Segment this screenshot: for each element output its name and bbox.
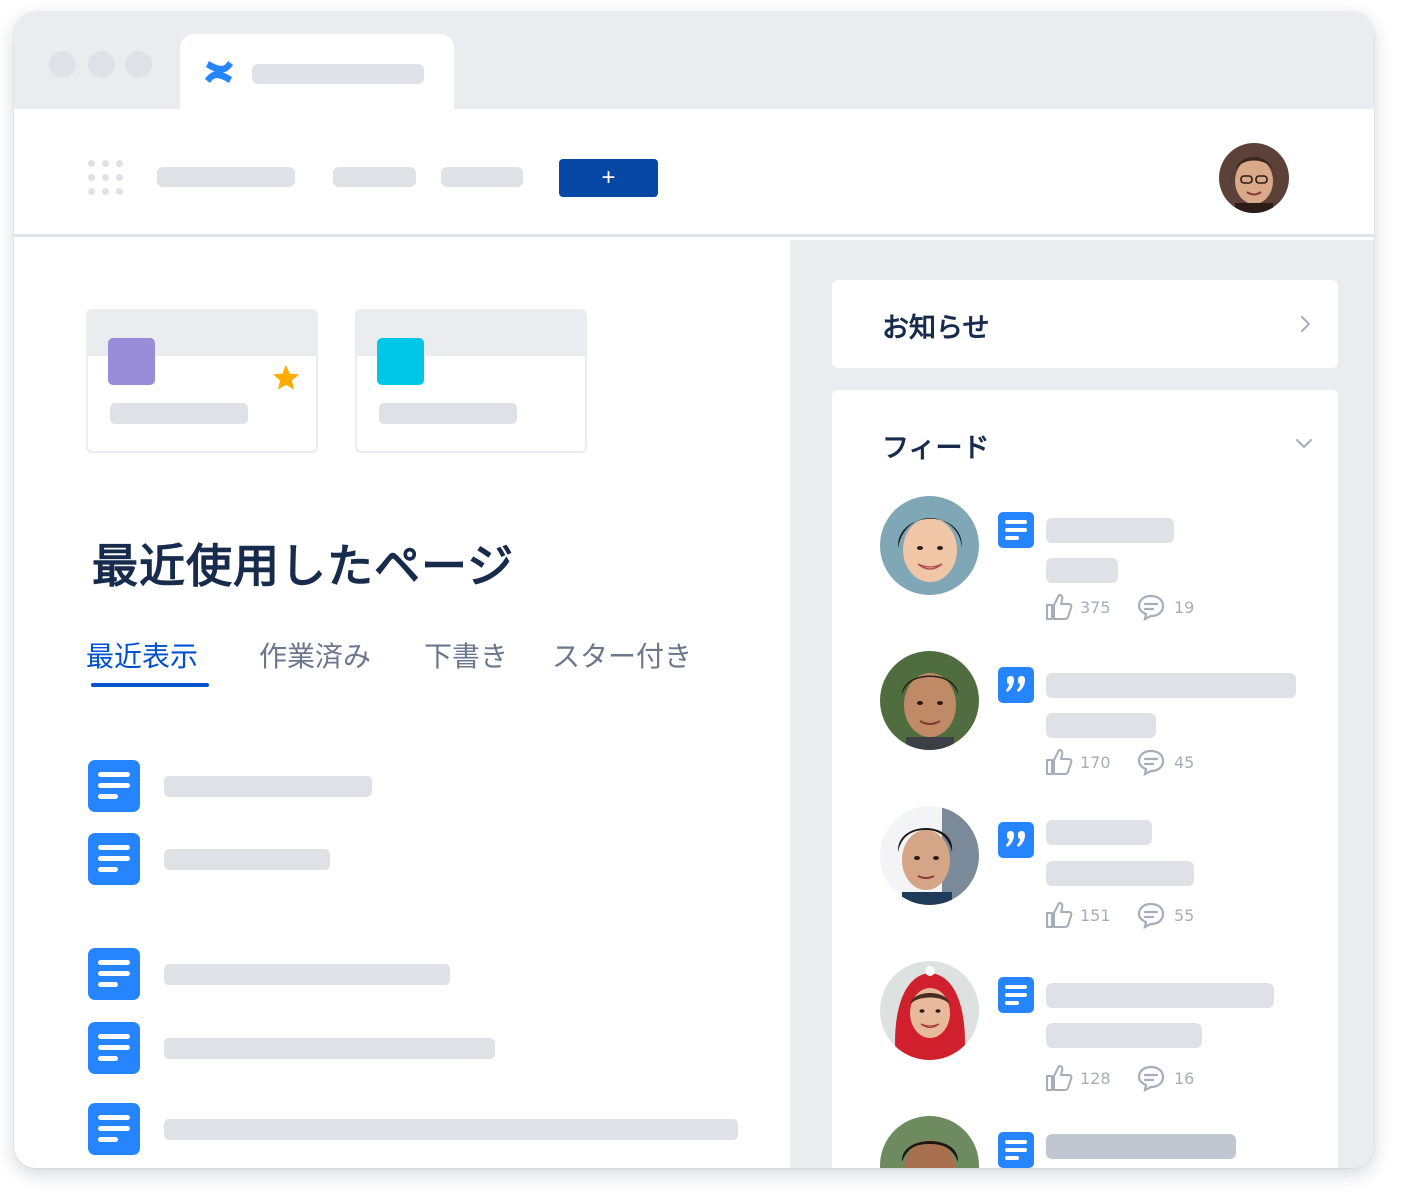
list-item[interactable] (88, 1022, 528, 1074)
list-item[interactable] (88, 760, 388, 812)
feed-title-placeholder (1046, 673, 1296, 698)
nav-item-placeholder[interactable] (333, 167, 416, 187)
space-avatar (108, 338, 155, 385)
comment-count[interactable]: 16 (1136, 1063, 1216, 1093)
like-count-value: 375 (1080, 598, 1111, 617)
thumbs-up-icon (1046, 749, 1073, 775)
space-name-placeholder (379, 403, 517, 424)
star-icon[interactable] (271, 363, 301, 393)
feed-title-placeholder (1046, 1134, 1236, 1159)
browser-title-bar (14, 12, 1374, 110)
quote-icon (998, 822, 1034, 858)
list-item[interactable] (88, 833, 388, 885)
right-sidebar: お知らせ フィード 375 19 170 45 151 55 128 16 (790, 240, 1374, 1168)
feed-item[interactable]: 375 19 (880, 496, 1320, 626)
page-title-placeholder (164, 849, 330, 870)
like-count[interactable]: 375 (1044, 592, 1124, 622)
author-avatar[interactable] (880, 961, 979, 1060)
browser-tab[interactable] (180, 34, 454, 110)
document-icon (998, 512, 1034, 548)
like-count-value: 128 (1080, 1069, 1111, 1088)
comment-count-value: 55 (1174, 906, 1195, 925)
main-content: 最近使用したページ 最近表示 作業済み 下書き スター付き (14, 240, 790, 1168)
list-item[interactable] (88, 1103, 768, 1155)
feed-item[interactable]: 128 16 (880, 961, 1320, 1093)
comment-icon (1137, 749, 1165, 776)
document-icon (88, 760, 140, 812)
comment-count[interactable]: 55 (1136, 900, 1216, 930)
author-avatar[interactable] (880, 651, 979, 750)
like-count[interactable]: 170 (1044, 747, 1124, 777)
space-card[interactable] (86, 309, 318, 453)
feed-subtitle-placeholder (1046, 1023, 1202, 1048)
space-card[interactable] (355, 309, 587, 453)
browser-window: + 最近使用したページ 最近表示 作業済み 下書き スター付き お知らせ フィー… (14, 12, 1374, 1168)
document-icon (88, 833, 140, 885)
space-name-placeholder (110, 403, 248, 424)
page-title-placeholder (164, 776, 372, 797)
comment-icon (1137, 1065, 1165, 1092)
feed-title: フィード (882, 433, 990, 464)
space-avatar (377, 338, 424, 385)
like-count[interactable]: 128 (1044, 1063, 1124, 1093)
feed-title-placeholder (1046, 518, 1174, 543)
nav-item-placeholder[interactable] (441, 167, 523, 187)
thumbs-up-icon (1046, 902, 1073, 928)
thumbs-up-icon (1046, 1065, 1073, 1091)
document-icon (88, 948, 140, 1000)
like-count-value: 170 (1080, 753, 1111, 772)
feed-item[interactable]: 170 45 (880, 651, 1320, 781)
announcements-panel[interactable]: お知らせ (832, 280, 1338, 368)
comment-count[interactable]: 19 (1136, 592, 1216, 622)
window-maximize-dot[interactable] (125, 51, 152, 78)
create-button[interactable]: + (559, 159, 658, 197)
top-navigation: + (14, 109, 1374, 237)
page-title: 最近使用したページ (92, 539, 515, 593)
feed-item[interactable]: 151 55 (880, 806, 1320, 936)
user-avatar[interactable] (1219, 143, 1289, 213)
feed-title-placeholder (1046, 983, 1274, 1008)
document-icon (88, 1022, 140, 1074)
page-title-placeholder (164, 1119, 738, 1140)
page-title-placeholder (164, 1038, 495, 1059)
comment-count[interactable]: 45 (1136, 747, 1216, 777)
comment-icon (1137, 594, 1165, 621)
comment-count-value: 16 (1174, 1069, 1195, 1088)
nav-item-placeholder[interactable] (157, 167, 295, 187)
app-grid-icon[interactable] (88, 160, 124, 196)
like-count-value: 151 (1080, 906, 1111, 925)
tab-title-placeholder (252, 64, 424, 84)
announcements-title: お知らせ (882, 313, 990, 344)
author-avatar[interactable] (880, 1116, 979, 1168)
comment-count-value: 19 (1174, 598, 1195, 617)
document-icon (88, 1103, 140, 1155)
chevron-right-icon[interactable] (1294, 313, 1316, 335)
document-icon (998, 977, 1034, 1013)
active-tab-indicator (91, 683, 209, 687)
window-close-dot[interactable] (49, 51, 76, 78)
confluence-logo-icon (205, 61, 233, 83)
comment-icon (1137, 902, 1165, 929)
feed-title-placeholder (1046, 820, 1152, 845)
tab-starred[interactable]: スター付き (552, 635, 692, 675)
author-avatar[interactable] (880, 496, 979, 595)
document-icon (998, 1132, 1034, 1168)
list-item[interactable] (88, 948, 488, 1000)
tab-drafts[interactable]: 下書き (424, 635, 508, 675)
thumbs-up-icon (1046, 594, 1073, 620)
feed-subtitle-placeholder (1046, 861, 1194, 886)
quote-icon (998, 667, 1034, 703)
chevron-down-icon[interactable] (1293, 432, 1315, 454)
tab-recently-viewed[interactable]: 最近表示 (86, 635, 198, 675)
author-avatar[interactable] (880, 806, 979, 905)
feed-subtitle-placeholder (1046, 558, 1118, 583)
feed-subtitle-placeholder (1046, 713, 1156, 738)
feed-panel: フィード 375 19 170 45 151 55 128 16 (832, 390, 1338, 1168)
feed-item[interactable] (880, 1116, 1320, 1168)
like-count[interactable]: 151 (1044, 900, 1124, 930)
tab-worked-on[interactable]: 作業済み (259, 635, 371, 675)
page-title-placeholder (164, 964, 450, 985)
window-minimize-dot[interactable] (88, 51, 115, 78)
comment-count-value: 45 (1174, 753, 1195, 772)
